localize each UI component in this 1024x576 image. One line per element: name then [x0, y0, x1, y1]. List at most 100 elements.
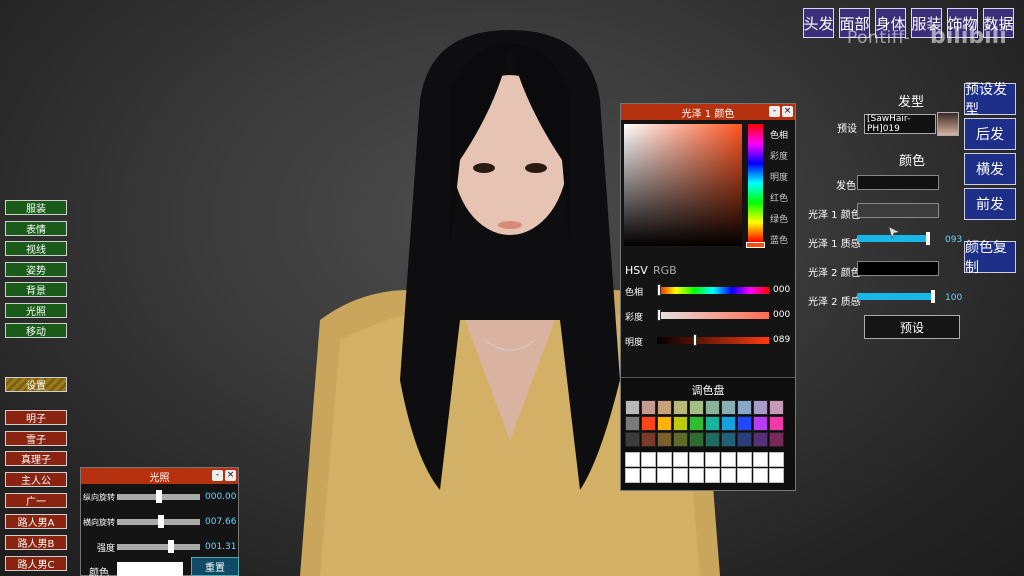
- character-mob-b[interactable]: 路人男B: [5, 535, 67, 550]
- intensity-slider[interactable]: [117, 544, 200, 550]
- preset-hairstyle-button[interactable]: 预设发型: [964, 82, 1016, 118]
- character-protagonist[interactable]: 主人公: [5, 472, 67, 487]
- menu-settings[interactable]: 设置: [5, 377, 67, 392]
- palette-swatch[interactable]: [625, 432, 640, 447]
- palette-swatch[interactable]: [689, 400, 704, 415]
- side-label-saturation[interactable]: 彩度: [770, 149, 788, 162]
- palette-swatch[interactable]: [705, 400, 720, 415]
- palette-swatch[interactable]: [689, 432, 704, 447]
- palette-swatch[interactable]: [657, 400, 672, 415]
- intensity-handle[interactable]: [168, 540, 174, 553]
- light-color-swatch[interactable]: [117, 562, 183, 576]
- palette-swatch[interactable]: [705, 416, 720, 431]
- side-label-green[interactable]: 绿色: [770, 212, 788, 225]
- palette-swatch[interactable]: [721, 432, 736, 447]
- menu-background[interactable]: 背景: [5, 282, 67, 297]
- front-hair-button[interactable]: 前发: [964, 188, 1016, 220]
- palette-swatch-empty[interactable]: [673, 452, 688, 467]
- palette-swatch[interactable]: [625, 400, 640, 415]
- minimize-icon[interactable]: -: [769, 106, 780, 117]
- palette-swatch[interactable]: [769, 416, 784, 431]
- palette-swatch-empty[interactable]: [641, 452, 656, 467]
- brightness-slider[interactable]: [657, 337, 769, 344]
- hue-slider-handle[interactable]: [657, 284, 661, 296]
- gloss2-texture-handle[interactable]: [931, 290, 935, 303]
- palette-swatch[interactable]: [641, 416, 656, 431]
- palette-swatch[interactable]: [753, 416, 768, 431]
- palette-swatch[interactable]: [673, 400, 688, 415]
- palette-swatch-empty[interactable]: [705, 452, 720, 467]
- tab-hair[interactable]: 头发: [803, 8, 834, 38]
- palette-swatch[interactable]: [641, 400, 656, 415]
- character-yukiko[interactable]: 雪子: [5, 431, 67, 446]
- palette-swatch-empty[interactable]: [657, 468, 672, 483]
- hue-bar[interactable]: [748, 124, 763, 242]
- palette-swatch[interactable]: [737, 432, 752, 447]
- saturation-value-square[interactable]: [624, 124, 742, 246]
- gloss1-color-swatch[interactable]: [857, 203, 939, 218]
- palette-swatch-empty[interactable]: [673, 468, 688, 483]
- palette-swatch-empty[interactable]: [753, 468, 768, 483]
- palette-swatch-empty[interactable]: [737, 468, 752, 483]
- brightness-slider-handle[interactable]: [693, 334, 697, 346]
- light-reset-button[interactable]: 重置: [191, 557, 239, 576]
- menu-clothing[interactable]: 服装: [5, 200, 67, 215]
- palette-swatch[interactable]: [737, 416, 752, 431]
- palette-swatch[interactable]: [625, 416, 640, 431]
- palette-swatch-empty[interactable]: [721, 468, 736, 483]
- side-label-red[interactable]: 红色: [770, 191, 788, 204]
- side-label-value[interactable]: 明度: [770, 170, 788, 183]
- preset-button[interactable]: 预设: [864, 315, 960, 339]
- vrot-handle[interactable]: [156, 490, 162, 503]
- gloss2-texture-slider[interactable]: [857, 290, 939, 303]
- hair-color-swatch[interactable]: [857, 175, 939, 190]
- palette-swatch-empty[interactable]: [737, 452, 752, 467]
- gloss2-color-swatch[interactable]: [857, 261, 939, 276]
- palette-swatch-empty[interactable]: [625, 468, 640, 483]
- back-hair-button[interactable]: 后发: [964, 118, 1016, 150]
- menu-gaze[interactable]: 视线: [5, 241, 67, 256]
- side-label-hue[interactable]: 色相: [770, 128, 788, 141]
- palette-swatch-empty[interactable]: [657, 452, 672, 467]
- side-hair-button[interactable]: 横发: [964, 153, 1016, 185]
- palette-swatch[interactable]: [657, 416, 672, 431]
- palette-swatch-empty[interactable]: [721, 452, 736, 467]
- hue-slider[interactable]: [657, 287, 769, 294]
- character-mariko[interactable]: 真理子: [5, 451, 67, 466]
- palette-swatch-empty[interactable]: [769, 452, 784, 467]
- palette-swatch[interactable]: [673, 432, 688, 447]
- palette-swatch[interactable]: [641, 432, 656, 447]
- mode-rgb[interactable]: RGB: [653, 264, 677, 277]
- menu-expression[interactable]: 表情: [5, 221, 67, 236]
- character-koichi[interactable]: 广一: [5, 493, 67, 508]
- character-mob-c[interactable]: 路人男C: [5, 556, 67, 571]
- preset-thumbnail[interactable]: [937, 112, 959, 136]
- minimize-icon[interactable]: -: [212, 470, 223, 481]
- palette-swatch-empty[interactable]: [689, 468, 704, 483]
- palette-swatch-empty[interactable]: [769, 468, 784, 483]
- palette-swatch[interactable]: [721, 400, 736, 415]
- palette-swatch-empty[interactable]: [753, 452, 768, 467]
- palette-swatch[interactable]: [657, 432, 672, 447]
- gloss1-texture-handle[interactable]: [926, 232, 930, 245]
- color-picker-titlebar[interactable]: 光泽 1 颜色 - ×: [621, 104, 795, 120]
- menu-lighting[interactable]: 光照: [5, 303, 67, 318]
- palette-swatch-empty[interactable]: [625, 452, 640, 467]
- side-label-blue[interactable]: 蓝色: [770, 233, 788, 246]
- palette-swatch[interactable]: [737, 400, 752, 415]
- character-akiko[interactable]: 明子: [5, 410, 67, 425]
- hue-bar-handle[interactable]: [746, 242, 765, 248]
- palette-swatch[interactable]: [753, 432, 768, 447]
- palette-swatch[interactable]: [689, 416, 704, 431]
- close-icon[interactable]: ×: [225, 470, 236, 481]
- palette-swatch[interactable]: [721, 416, 736, 431]
- palette-swatch[interactable]: [673, 416, 688, 431]
- character-mob-a[interactable]: 路人男A: [5, 514, 67, 529]
- copy-color-button[interactable]: 颜色复制: [964, 240, 1016, 276]
- hrot-handle[interactable]: [158, 515, 164, 528]
- saturation-slider-handle[interactable]: [657, 309, 661, 321]
- light-titlebar[interactable]: 光照 - ×: [81, 468, 238, 484]
- close-icon[interactable]: ×: [782, 106, 793, 117]
- palette-swatch-empty[interactable]: [641, 468, 656, 483]
- preset-select[interactable]: [SawHair-PH]019: [864, 114, 936, 134]
